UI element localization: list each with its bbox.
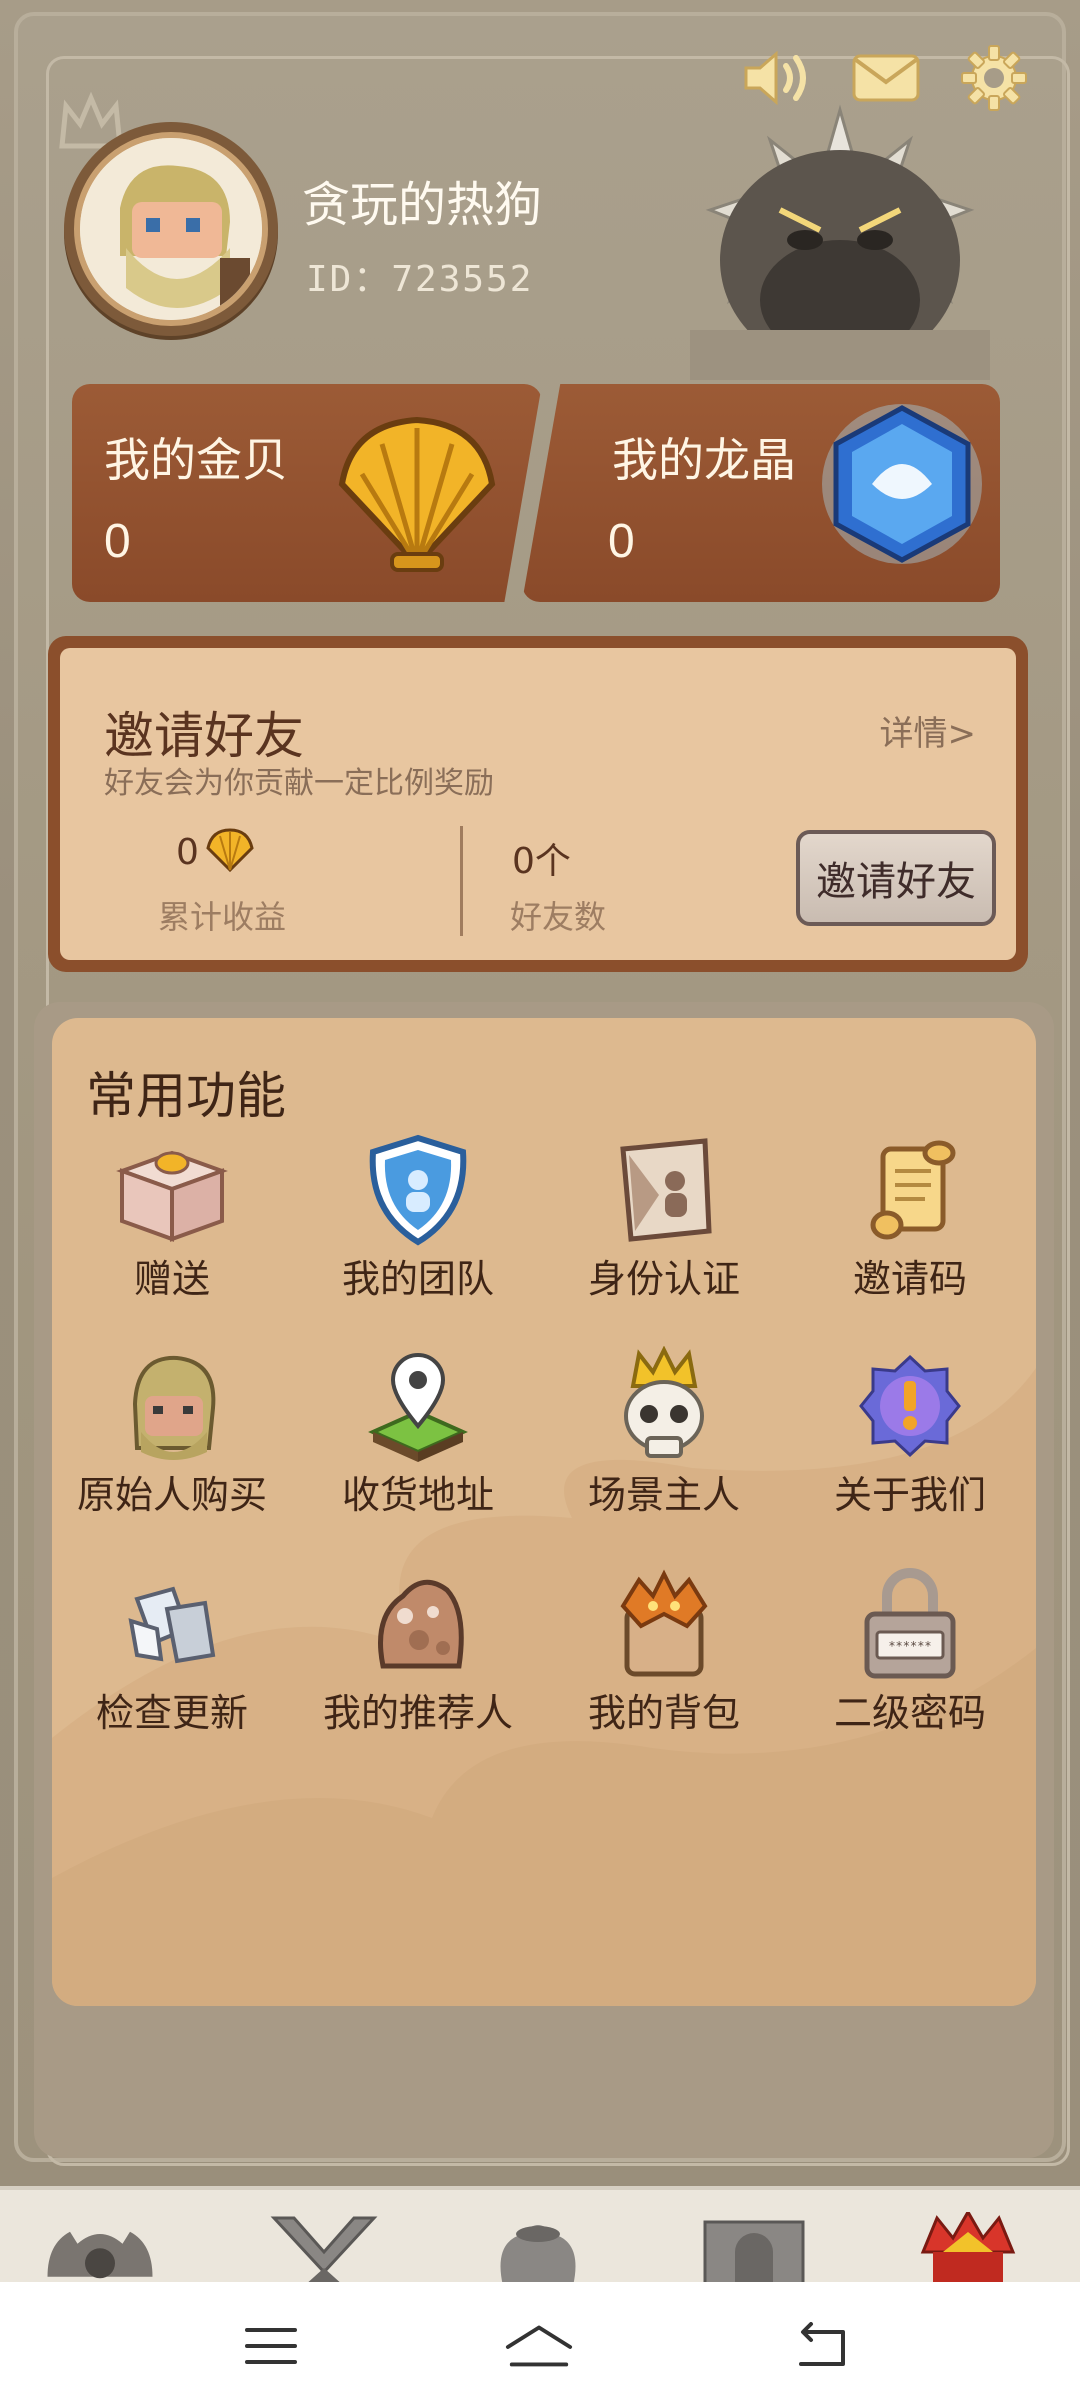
earnings-value: 0 (176, 832, 199, 873)
gift-box-icon (112, 1130, 232, 1250)
username: 贪玩的热狗 (302, 177, 543, 233)
func-scene-owner[interactable]: 场景主人 (544, 1346, 784, 1536)
dragon-crystal-label: 我的龙晶 (612, 433, 796, 487)
func-my-referrer[interactable]: 我的推荐人 (298, 1564, 538, 1754)
func-check-update-label: 检查更新 (95, 1691, 248, 1735)
func-gift[interactable]: 赠送 (52, 1130, 292, 1320)
func-my-team-label: 我的团队 (341, 1257, 494, 1301)
menu-icon[interactable] (236, 2316, 306, 2376)
gold-shell-card[interactable]: 我的金贝 0 (72, 384, 542, 602)
func-shipping-address[interactable]: 收货地址 (298, 1346, 538, 1536)
svg-text:******: ****** (888, 1639, 931, 1653)
team-shield-icon (358, 1130, 478, 1250)
dragon-crystal-card[interactable]: 我的龙晶 0 (522, 384, 1000, 602)
info-gem-icon (850, 1346, 970, 1466)
func-about-us[interactable]: 关于我们 (790, 1346, 1030, 1536)
dragon-crystal-icon (822, 404, 982, 564)
friends-value: 0个 (512, 841, 571, 882)
gold-shell-label: 我的金贝 (104, 433, 288, 487)
scroll-icon (850, 1130, 970, 1250)
home-icon[interactable] (504, 2316, 574, 2376)
func-scene-owner-label: 场景主人 (587, 1473, 740, 1517)
profile-tab-icon[interactable] (908, 2212, 1028, 2286)
func-identity-label: 身份认证 (587, 1257, 740, 1301)
avatar-frame (74, 132, 268, 326)
small-shell-icon (206, 828, 254, 873)
func-my-backpack[interactable]: 我的背包 (544, 1564, 784, 1754)
invite-friends-button[interactable]: 邀请好友 (796, 830, 996, 926)
func-caveman-purchase-label: 原始人购买 (76, 1473, 267, 1517)
func-my-referrer-label: 我的推荐人 (322, 1691, 513, 1735)
user-id: ID：723552 (306, 259, 534, 300)
func-check-update[interactable]: 检查更新 (52, 1564, 292, 1754)
func-my-backpack-label: 我的背包 (587, 1691, 740, 1735)
func-invite-code-label: 邀请码 (852, 1257, 967, 1301)
stat-divider (460, 826, 463, 936)
location-pin-icon (358, 1346, 478, 1466)
crowned-skull-icon (604, 1346, 724, 1466)
caveman-avatar-icon (80, 138, 262, 320)
earnings-label: 累计收益 (158, 898, 287, 936)
func-secondary-password[interactable]: ****** 二级密码 (790, 1564, 1030, 1754)
func-secondary-password-label: 二级密码 (833, 1691, 986, 1735)
gold-shell-value: 0 (104, 515, 131, 568)
func-gift-label: 赠送 (133, 1257, 210, 1301)
system-nav-bar (0, 2282, 1080, 2408)
invite-panel-inner: 邀请好友 详情> 好友会为你贡献一定比例奖励 0 累计收益 0个 好友数 邀请好… (60, 648, 1016, 960)
rock-dragon-mascot-icon (690, 104, 990, 380)
func-about-us-label: 关于我们 (833, 1473, 986, 1517)
functions-section: 常用功能 赠送 我的团队 身份认证 邀请码 原始人购买 收货地址 场景主人 关于… (34, 1002, 1054, 2158)
identity-card-icon (604, 1130, 724, 1250)
dragon-crystal-value: 0 (608, 515, 635, 568)
back-icon[interactable] (786, 2316, 856, 2376)
refresh-stones-icon (112, 1564, 232, 1684)
avatar[interactable] (64, 122, 278, 336)
invite-subtitle: 好友会为你贡献一定比例奖励 (104, 766, 494, 801)
invite-panel: 邀请好友 详情> 好友会为你贡献一定比例奖励 0 累计收益 0个 好友数 邀请好… (48, 636, 1028, 972)
functions-panel: 常用功能 赠送 我的团队 身份认证 邀请码 原始人购买 收货地址 场景主人 关于… (52, 1018, 1036, 2006)
rock-creature-icon (358, 1564, 478, 1684)
battle-tab-icon[interactable] (264, 2212, 384, 2286)
backpack-icon (604, 1564, 724, 1684)
func-caveman-purchase[interactable]: 原始人购买 (52, 1346, 292, 1536)
func-shipping-address-label: 收货地址 (341, 1473, 494, 1517)
caveman-head-icon (112, 1346, 232, 1466)
func-identity[interactable]: 身份认证 (544, 1130, 784, 1320)
func-invite-code[interactable]: 邀请码 (790, 1130, 1030, 1320)
functions-title: 常用功能 (86, 1067, 286, 1125)
friends-label: 好友数 (510, 898, 607, 936)
padlock-icon: ****** (850, 1564, 970, 1684)
func-my-team[interactable]: 我的团队 (298, 1130, 538, 1320)
bottom-tab-bar (0, 2186, 1080, 2286)
home-tab-icon[interactable] (40, 2212, 160, 2286)
gate-tab-icon[interactable] (694, 2212, 814, 2286)
bag-tab-icon[interactable] (478, 2212, 598, 2286)
golden-shell-icon (338, 416, 496, 572)
invite-detail-link[interactable]: 详情> (880, 706, 977, 755)
